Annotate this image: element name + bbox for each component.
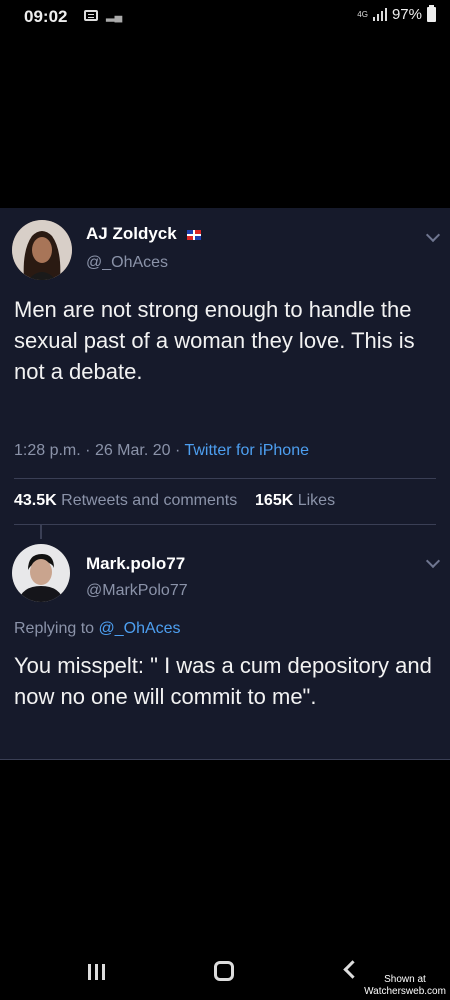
small-signal-icon: ▂▄ [106, 10, 123, 22]
reply-chevron-down-icon[interactable] [425, 553, 441, 569]
retweets-link[interactable]: 43.5K Retweets and comments [14, 492, 237, 509]
recent-apps-icon[interactable] [88, 964, 106, 980]
avatar[interactable] [12, 220, 72, 280]
signal-icon [372, 8, 387, 21]
battery-icon [427, 5, 436, 22]
watermark: Shown at Watchersweb.com [360, 974, 450, 998]
battery-percent: 97% [391, 6, 422, 23]
status-time: 09:02 [24, 7, 68, 26]
reply-text: You misspelt: " I was a cum depository a… [14, 653, 432, 709]
tweet-stats: 43.5K Retweets and comments 165K Likes [14, 492, 335, 510]
divider [14, 524, 436, 525]
network-type: 4G [357, 9, 368, 19]
mention-link[interactable]: @_OhAces [99, 620, 181, 637]
chevron-down-icon[interactable] [425, 227, 441, 243]
status-right: 4G 97% [357, 5, 436, 23]
replying-to: Replying to @_OhAces [14, 620, 181, 637]
tweet-source-link[interactable]: Twitter for iPhone [184, 442, 309, 459]
tweet-time: 1:28 p.m. [14, 442, 81, 459]
message-icon [84, 10, 98, 21]
reply-avatar[interactable] [12, 544, 70, 602]
reply-author-handle[interactable]: @MarkPolo77 [86, 582, 188, 600]
author-name[interactable]: AJ Zoldyck [86, 224, 202, 244]
thread-connector [40, 525, 42, 539]
reply-author-name[interactable]: Mark.polo77 [86, 554, 185, 574]
tweet-thread: AJ Zoldyck @_OhAces Men are not strong e… [0, 208, 450, 760]
divider [14, 478, 436, 479]
tweet-meta: 1:28 p.m. · 26 Mar. 20 · Twitter for iPh… [14, 442, 309, 459]
status-bar: 09:02 ▂▄ 4G 97% [0, 0, 450, 34]
likes-link[interactable]: 165K Likes [255, 492, 335, 509]
tweet-text: Men are not strong enough to handle the … [14, 297, 415, 384]
author-handle[interactable]: @_OhAces [86, 254, 168, 272]
tweet-date: 26 Mar. 20 [94, 442, 171, 459]
home-icon[interactable] [214, 961, 234, 981]
flag-icon [187, 229, 202, 240]
back-icon[interactable] [343, 960, 362, 979]
